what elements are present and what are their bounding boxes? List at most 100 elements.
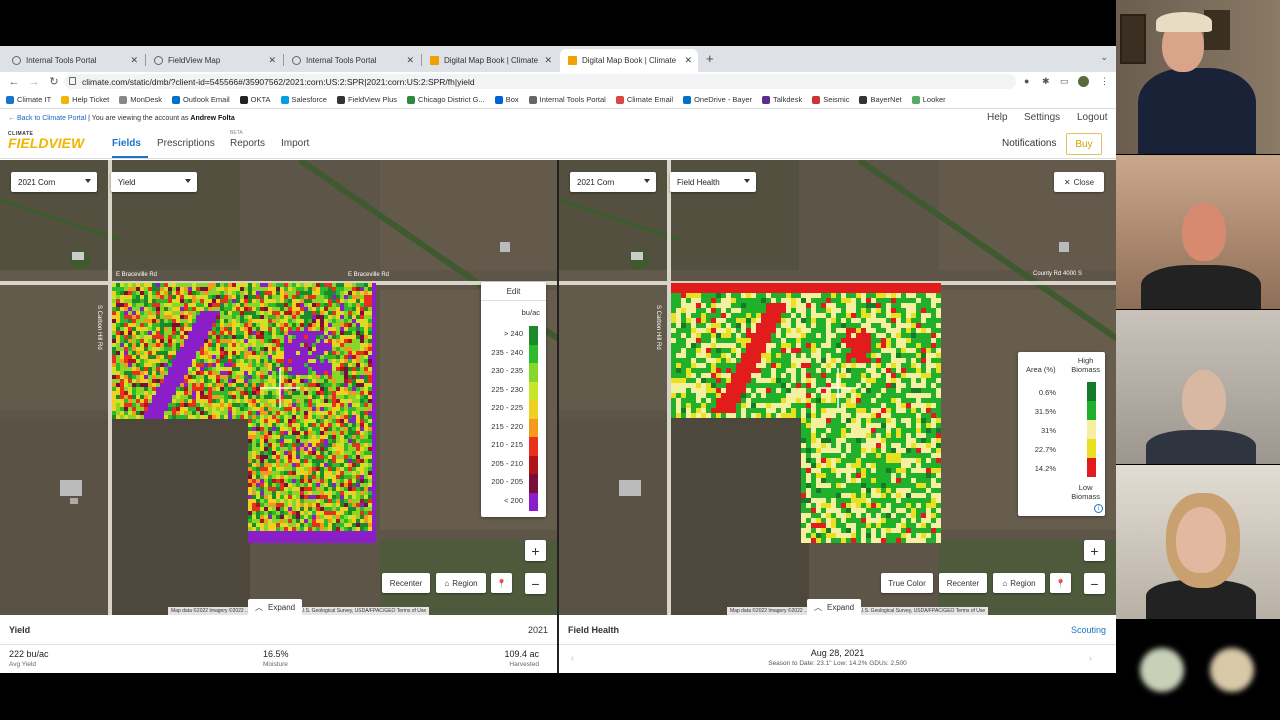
yield-cell bbox=[308, 399, 312, 403]
yield-cell bbox=[240, 339, 244, 343]
bookmark-item[interactable]: Looker bbox=[911, 95, 946, 104]
yield-cell bbox=[336, 359, 340, 363]
yield-cell bbox=[148, 335, 152, 339]
fieldview-logo[interactable]: CLIMATE FIELDVIEW bbox=[8, 131, 84, 150]
yield-cell bbox=[168, 407, 172, 411]
bookmark-item[interactable]: Seismic bbox=[812, 95, 849, 104]
health-cell bbox=[821, 358, 826, 363]
browser-tab[interactable]: Digital Map Book | Climate Fiel✕ bbox=[422, 49, 558, 72]
yield-cell bbox=[316, 363, 320, 367]
pin-button[interactable]: 📍 bbox=[491, 573, 512, 593]
bookmark-item[interactable]: Help Ticket bbox=[61, 95, 109, 104]
health-cell bbox=[741, 338, 746, 343]
browser-tab[interactable]: Internal Tools Portal ✕ bbox=[4, 49, 144, 72]
yield-cell bbox=[320, 359, 324, 363]
notifications-link[interactable]: Notifications bbox=[1002, 138, 1056, 149]
bookmark-item[interactable]: OneDrive - Bayer bbox=[683, 95, 752, 104]
yield-cell bbox=[180, 303, 184, 307]
season-select[interactable]: 2021 Corn bbox=[11, 172, 97, 192]
yield-cell bbox=[264, 427, 268, 431]
health-cell bbox=[931, 348, 936, 353]
back-to-portal-link[interactable]: ← Back to Climate Portal bbox=[8, 115, 86, 122]
health-cell bbox=[796, 318, 801, 323]
health-cell bbox=[791, 383, 796, 388]
yield-cell bbox=[224, 371, 228, 375]
zoom-out-button[interactable]: − bbox=[525, 573, 546, 594]
yield-cell bbox=[312, 527, 316, 531]
yield-cell bbox=[356, 351, 360, 355]
layer-select[interactable]: Yield bbox=[111, 172, 197, 192]
health-cell bbox=[836, 308, 841, 313]
yield-cell bbox=[300, 435, 304, 439]
region-button[interactable]: ⌂ Region bbox=[436, 573, 486, 593]
browser-tab[interactable]: Internal Tools Portal ✕ bbox=[284, 49, 420, 72]
yield-cell bbox=[308, 387, 312, 391]
close-tab-icon[interactable]: ✕ bbox=[268, 55, 276, 66]
forward-icon[interactable]: → bbox=[28, 76, 40, 88]
menu-reports[interactable]: Reports bbox=[230, 138, 265, 149]
health-cell bbox=[851, 368, 856, 373]
logout-link[interactable]: Logout bbox=[1077, 112, 1108, 123]
puzzle-icon[interactable]: ✱ bbox=[1042, 76, 1050, 87]
bookmark-item[interactable]: OKTA bbox=[239, 95, 271, 104]
legend-edit-button[interactable]: Edit bbox=[481, 282, 546, 301]
settings-link[interactable]: Settings bbox=[1024, 112, 1060, 123]
health-cell bbox=[816, 378, 821, 383]
browser-tab-active[interactable]: Digital Map Book | Climate Fiel✕ bbox=[560, 49, 698, 72]
yield-cell bbox=[312, 491, 316, 495]
menu-import[interactable]: Import bbox=[281, 138, 309, 149]
bookmark-item[interactable]: Chicago District G... bbox=[407, 95, 485, 104]
yield-cell bbox=[340, 487, 344, 491]
bookmark-item[interactable]: Outlook Email bbox=[171, 95, 230, 104]
bookmark-item[interactable]: Salesforce bbox=[280, 95, 327, 104]
bookmark-item[interactable]: Climate IT bbox=[6, 95, 51, 104]
health-cell bbox=[931, 308, 936, 313]
sidebar-icon[interactable]: ▭ bbox=[1060, 76, 1069, 87]
yield-cell bbox=[188, 335, 192, 339]
buy-button[interactable]: Buy bbox=[1066, 133, 1102, 155]
bookmark-item[interactable]: Talkdesk bbox=[762, 95, 802, 104]
yield-cell bbox=[204, 399, 208, 403]
bookmark-item[interactable]: Box bbox=[494, 95, 519, 104]
yield-cell bbox=[324, 359, 328, 363]
field-health-map[interactable]: County Rd 4000 S S Carbon Hill Rd 2021 C… bbox=[559, 160, 1116, 615]
new-tab-icon[interactable]: + bbox=[706, 51, 714, 66]
bookmark-item[interactable]: MonDesk bbox=[119, 95, 162, 104]
close-tab-icon[interactable]: ✕ bbox=[684, 55, 692, 66]
health-cell bbox=[836, 358, 841, 363]
yield-cell bbox=[316, 463, 320, 467]
bookmark-item[interactable]: FieldView Plus bbox=[336, 95, 397, 104]
yield-cell bbox=[264, 487, 268, 491]
close-tab-icon[interactable]: ✕ bbox=[406, 55, 414, 66]
bookmark-item[interactable]: Climate Email bbox=[615, 95, 673, 104]
yield-cell bbox=[336, 387, 340, 391]
url-bar[interactable]: climate.com/static/dmb/?client-id=545566… bbox=[64, 74, 1016, 89]
menu-prescriptions[interactable]: Prescriptions bbox=[157, 138, 215, 149]
menu-fields[interactable]: Fields bbox=[112, 138, 141, 149]
yield-cell bbox=[344, 507, 348, 511]
close-tab-icon[interactable]: ✕ bbox=[544, 55, 552, 66]
chevron-down-icon[interactable]: ⌄ bbox=[1100, 52, 1108, 63]
yield-map[interactable]: E Braceville Rd E Braceville Rd S Carbon… bbox=[0, 160, 557, 615]
close-tab-icon[interactable]: ✕ bbox=[130, 55, 138, 66]
avatar[interactable] bbox=[1078, 76, 1089, 87]
health-cell bbox=[746, 383, 751, 388]
browser-tab[interactable]: FieldView Map ✕ bbox=[146, 49, 282, 72]
yield-cell bbox=[144, 383, 148, 387]
bookmark-item[interactable]: Internal Tools Portal bbox=[528, 95, 606, 104]
health-cell bbox=[896, 433, 901, 438]
yield-cell bbox=[336, 487, 340, 491]
health-cell bbox=[816, 358, 821, 363]
health-cell bbox=[811, 428, 816, 433]
expand-button[interactable]: ︿ Expand bbox=[248, 599, 303, 615]
health-cell bbox=[851, 413, 856, 418]
yield-cell bbox=[236, 391, 240, 395]
reload-icon[interactable]: ↻ bbox=[48, 75, 60, 88]
back-icon[interactable]: ← bbox=[8, 76, 20, 88]
zoom-in-button[interactable]: + bbox=[525, 540, 546, 561]
recenter-button[interactable]: Recenter bbox=[382, 573, 430, 593]
extension-icon[interactable]: ● bbox=[1024, 76, 1029, 86]
bookmark-item[interactable]: BayerNet bbox=[859, 95, 902, 104]
help-link[interactable]: Help bbox=[987, 112, 1008, 123]
more-icon[interactable]: ⋮ bbox=[1100, 76, 1109, 87]
